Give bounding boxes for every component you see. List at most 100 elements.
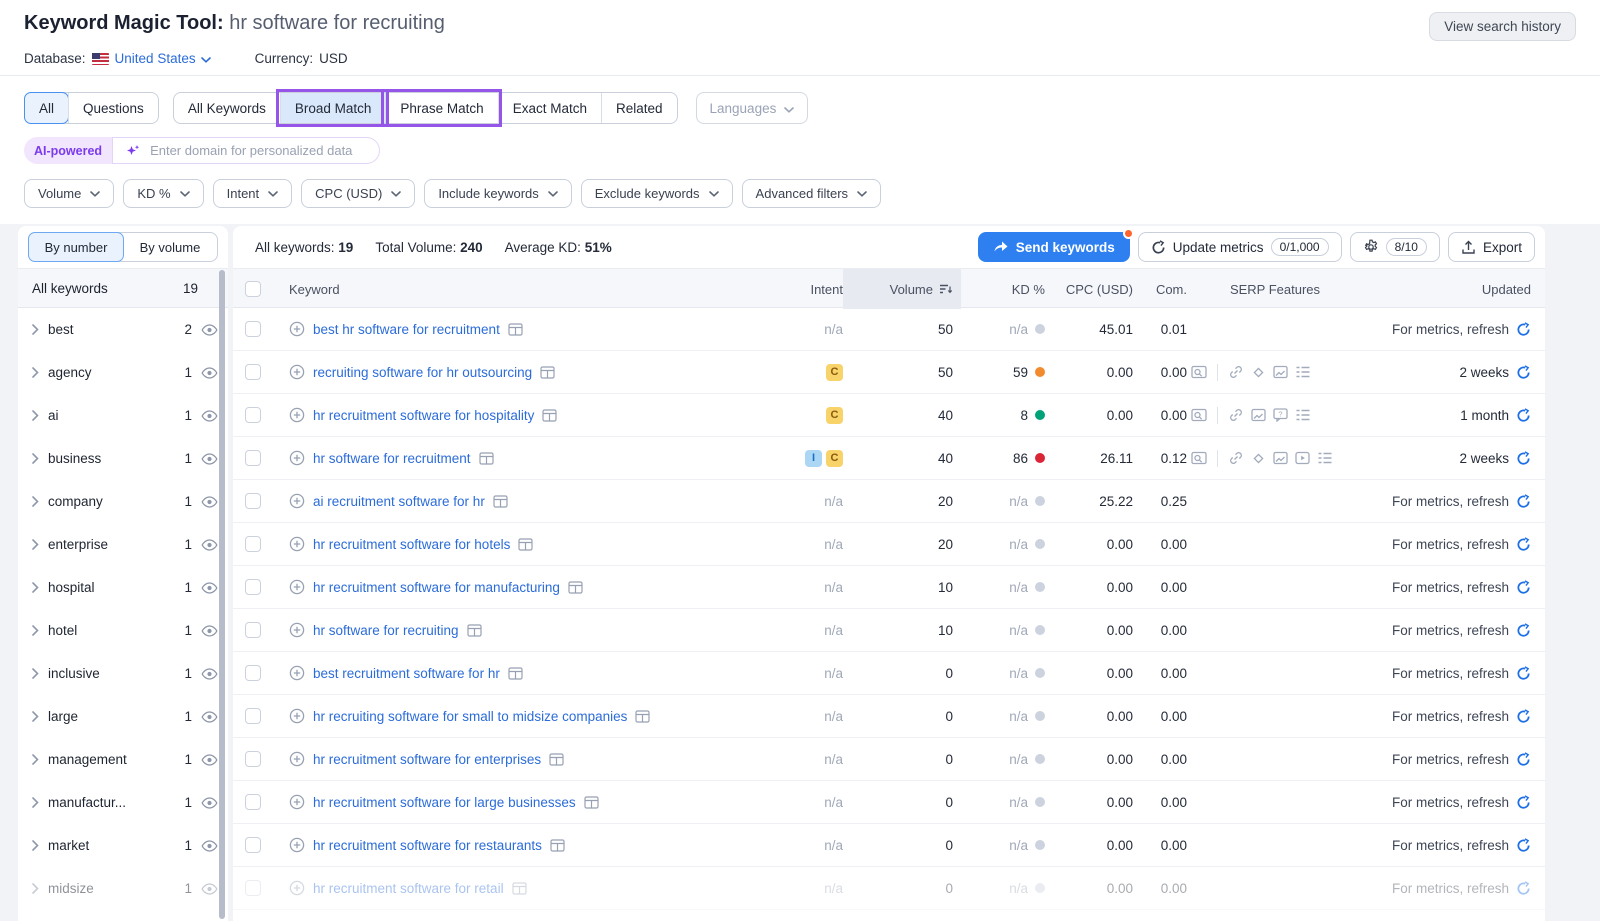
filter-intent[interactable]: Intent bbox=[213, 179, 293, 208]
eye-icon[interactable] bbox=[201, 840, 218, 852]
sidebar-group-large[interactable]: large1 bbox=[18, 695, 228, 738]
sidebar-group-midsize[interactable]: midsize1 bbox=[18, 867, 228, 910]
add-keyword-icon[interactable] bbox=[289, 321, 305, 337]
add-keyword-icon[interactable] bbox=[289, 579, 305, 595]
sidebar-group-management[interactable]: management1 bbox=[18, 738, 228, 781]
sidebar-group-inclusive[interactable]: inclusive1 bbox=[18, 652, 228, 695]
row-checkbox[interactable] bbox=[245, 665, 261, 681]
tab-broad-match[interactable]: Broad Match bbox=[280, 93, 386, 123]
refresh-icon[interactable] bbox=[1516, 537, 1531, 552]
serp-feature-link-icon[interactable] bbox=[1228, 450, 1244, 466]
row-checkbox[interactable] bbox=[245, 579, 261, 595]
chevron-right-icon[interactable] bbox=[32, 367, 39, 378]
refresh-icon[interactable] bbox=[1516, 838, 1531, 853]
refresh-icon[interactable] bbox=[1516, 709, 1531, 724]
chevron-right-icon[interactable] bbox=[32, 668, 39, 679]
serp-feature-video-icon[interactable] bbox=[1295, 451, 1310, 465]
eye-icon[interactable] bbox=[201, 453, 218, 465]
keyword-link[interactable]: hr recruitment software for restaurants bbox=[313, 838, 542, 853]
chevron-right-icon[interactable] bbox=[32, 840, 39, 851]
settings-button[interactable]: 8/10 bbox=[1350, 232, 1440, 262]
send-keywords-button[interactable]: Send keywords bbox=[978, 232, 1130, 262]
row-checkbox[interactable] bbox=[245, 751, 261, 767]
refresh-icon[interactable] bbox=[1516, 752, 1531, 767]
serp-preview-icon[interactable] bbox=[550, 839, 565, 852]
keyword-link[interactable]: hr recruitment software for retail bbox=[313, 881, 504, 896]
update-metrics-button[interactable]: Update metrics 0/1,000 bbox=[1138, 232, 1342, 262]
eye-icon[interactable] bbox=[201, 496, 218, 508]
keyword-link[interactable]: recruiting software for hr outsourcing bbox=[313, 365, 532, 380]
keyword-link[interactable]: hr recruitment software for hospitality bbox=[313, 408, 534, 423]
filter-kd-[interactable]: KD % bbox=[123, 179, 203, 208]
keyword-link[interactable]: best recruitment software for hr bbox=[313, 666, 500, 681]
eye-icon[interactable] bbox=[201, 883, 218, 895]
filter-include-keywords[interactable]: Include keywords bbox=[424, 179, 571, 208]
chevron-right-icon[interactable] bbox=[32, 625, 39, 636]
serp-preview-icon[interactable] bbox=[518, 538, 533, 551]
row-checkbox[interactable] bbox=[245, 364, 261, 380]
serp-feature-faq-icon[interactable]: ? bbox=[1273, 408, 1288, 422]
eye-icon[interactable] bbox=[201, 711, 218, 723]
filter-volume[interactable]: Volume bbox=[24, 179, 114, 208]
keyword-link[interactable]: hr software for recruitment bbox=[313, 451, 471, 466]
add-keyword-icon[interactable] bbox=[289, 708, 305, 724]
eye-icon[interactable] bbox=[201, 625, 218, 637]
sidebar-group-best[interactable]: best2 bbox=[18, 308, 228, 351]
serp-preview-icon[interactable] bbox=[542, 409, 557, 422]
row-checkbox[interactable] bbox=[245, 794, 261, 810]
sidebar-group-business[interactable]: business1 bbox=[18, 437, 228, 480]
add-keyword-icon[interactable] bbox=[289, 622, 305, 638]
toggle-by-number[interactable]: By number bbox=[28, 232, 124, 262]
serp-feature-image-icon[interactable] bbox=[1273, 365, 1288, 379]
serp-preview-icon[interactable] bbox=[493, 495, 508, 508]
row-checkbox[interactable] bbox=[245, 493, 261, 509]
chevron-right-icon[interactable] bbox=[32, 539, 39, 550]
serp-preview-icon[interactable] bbox=[508, 323, 523, 336]
row-checkbox[interactable] bbox=[245, 622, 261, 638]
row-checkbox[interactable] bbox=[245, 880, 261, 896]
serp-feature-list-icon[interactable] bbox=[1295, 365, 1311, 379]
chevron-right-icon[interactable] bbox=[32, 797, 39, 808]
add-keyword-icon[interactable] bbox=[289, 493, 305, 509]
serp-preview-icon[interactable] bbox=[479, 452, 494, 465]
refresh-icon[interactable] bbox=[1516, 451, 1531, 466]
languages-dropdown[interactable]: Languages bbox=[696, 92, 809, 124]
serp-feature-list-icon[interactable] bbox=[1317, 451, 1333, 465]
select-all-checkbox[interactable] bbox=[245, 281, 261, 297]
refresh-icon[interactable] bbox=[1516, 408, 1531, 423]
sidebar-group-agency[interactable]: agency1 bbox=[18, 351, 228, 394]
refresh-icon[interactable] bbox=[1516, 881, 1531, 896]
keyword-link[interactable]: hr software for recruiting bbox=[313, 623, 459, 638]
keyword-link[interactable]: best hr software for recruitment bbox=[313, 322, 500, 337]
row-checkbox[interactable] bbox=[245, 536, 261, 552]
serp-feature-sitelinks-icon[interactable] bbox=[1251, 365, 1266, 380]
sidebar-group-hospital[interactable]: hospital1 bbox=[18, 566, 228, 609]
row-checkbox[interactable] bbox=[245, 321, 261, 337]
refresh-icon[interactable] bbox=[1516, 580, 1531, 595]
chevron-right-icon[interactable] bbox=[32, 496, 39, 507]
eye-icon[interactable] bbox=[201, 410, 218, 422]
add-keyword-icon[interactable] bbox=[289, 407, 305, 423]
row-checkbox[interactable] bbox=[245, 450, 261, 466]
tab-related[interactable]: Related bbox=[601, 93, 677, 123]
chevron-right-icon[interactable] bbox=[32, 582, 39, 593]
filter-cpc-usd-[interactable]: CPC (USD) bbox=[301, 179, 415, 208]
add-keyword-icon[interactable] bbox=[289, 794, 305, 810]
sidebar-group-manufactur-[interactable]: manufactur...1 bbox=[18, 781, 228, 824]
tab-questions[interactable]: Questions bbox=[68, 93, 158, 123]
refresh-icon[interactable] bbox=[1516, 494, 1531, 509]
row-checkbox[interactable] bbox=[245, 708, 261, 724]
eye-icon[interactable] bbox=[201, 668, 218, 680]
refresh-icon[interactable] bbox=[1516, 795, 1531, 810]
add-keyword-icon[interactable] bbox=[289, 364, 305, 380]
eye-icon[interactable] bbox=[201, 539, 218, 551]
sidebar-group-company[interactable]: company1 bbox=[18, 480, 228, 523]
keyword-link[interactable]: hr recruitment software for enterprises bbox=[313, 752, 541, 767]
eye-icon[interactable] bbox=[201, 754, 218, 766]
chevron-right-icon[interactable] bbox=[32, 754, 39, 765]
sidebar-group-market[interactable]: market1 bbox=[18, 824, 228, 867]
add-keyword-icon[interactable] bbox=[289, 837, 305, 853]
serp-feature-link-icon[interactable] bbox=[1228, 364, 1244, 380]
sidebar-group-enterprise[interactable]: enterprise1 bbox=[18, 523, 228, 566]
keyword-link[interactable]: hr recruitment software for hotels bbox=[313, 537, 510, 552]
